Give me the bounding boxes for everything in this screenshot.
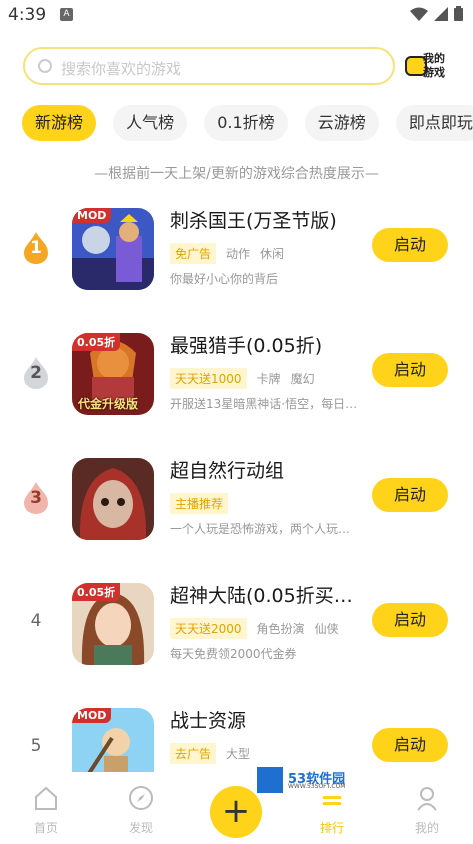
rank-number: 3 bbox=[30, 488, 42, 508]
watermark: 53软件园 WWW.53SOFT.COM bbox=[257, 767, 357, 793]
game-description: 一个人玩是恐怖游戏，两个人玩… bbox=[170, 522, 351, 536]
launch-button[interactable]: 启动 bbox=[372, 228, 448, 262]
bottom-nav: 首页 发现 + 排行 我的 bbox=[0, 772, 473, 844]
list-item[interactable]: 1 MOD 刺杀国王(万圣节版) 免广告 动作 休闲 你最好小心你的背后 启动 bbox=[0, 198, 473, 298]
compass-icon bbox=[129, 786, 153, 810]
list-item[interactable]: 5 MOD 战士资源 去广告 大型 启动 bbox=[0, 698, 473, 772]
notification-icon: A bbox=[60, 8, 73, 21]
nav-discover[interactable]: 发现 bbox=[111, 784, 171, 836]
rank-number: 2 bbox=[30, 363, 42, 383]
nav-home-label: 首页 bbox=[33, 821, 58, 835]
category-tag: 大型 bbox=[226, 746, 251, 761]
nav-profile[interactable]: 我的 bbox=[397, 784, 457, 836]
game-description: 开服送13星暗黑神话·悟空，每日… bbox=[170, 397, 358, 411]
promo-tag: 去广告 bbox=[170, 742, 217, 764]
promo-tag: 天天送1000 bbox=[170, 367, 247, 389]
category-tag: 仙侠 bbox=[314, 621, 339, 636]
discount-badge: 0.05折 bbox=[72, 333, 121, 351]
category-tag: 休闲 bbox=[260, 246, 285, 261]
mod-badge: MOD bbox=[72, 208, 112, 223]
tab-cloud[interactable]: 云游榜 bbox=[304, 105, 379, 141]
ranking-subtitle: —根据前一天上架/更新的游戏综合热度展示— bbox=[94, 166, 379, 182]
game-icon[interactable]: MOD bbox=[72, 708, 154, 772]
nav-profile-label: 我的 bbox=[414, 821, 439, 835]
discount-badge: 0.05折 bbox=[72, 583, 121, 601]
list-item[interactable]: 4 0.05折 超神大陆(0.05折买… 天天送2000 角色扮演 仙侠 每天免… bbox=[0, 573, 473, 673]
tab-new-games[interactable]: 新游榜 bbox=[22, 105, 97, 141]
ranking-tabs: 新游榜 人气榜 0.1折榜 云游榜 即点即玩 bbox=[22, 105, 473, 142]
list-item[interactable]: 3 超自然行动组 主播推荐 一个人玩是恐怖游戏，两个人玩… 启动 bbox=[0, 448, 473, 548]
list-item[interactable]: 2 0.05折 代金升级版 最强猎手(0.05折) 天天送1000 卡牌 魔幻 … bbox=[0, 323, 473, 423]
clock: 4:39 bbox=[8, 5, 47, 25]
status-icons bbox=[410, 6, 463, 21]
game-tags: 免广告 动作 休闲 bbox=[170, 242, 284, 264]
launch-button[interactable]: 启动 bbox=[372, 603, 448, 637]
category-tag: 角色扮演 bbox=[256, 621, 305, 636]
promo-tag: 主播推荐 bbox=[170, 492, 229, 514]
mod-badge: MOD bbox=[72, 708, 112, 723]
game-icon[interactable]: MOD bbox=[72, 208, 154, 290]
plus-button[interactable]: + bbox=[210, 786, 262, 838]
promo-tag: 免广告 bbox=[170, 242, 217, 264]
watermark-url: WWW.53SOFT.COM bbox=[288, 783, 346, 790]
game-title: 最强猎手(0.05折) bbox=[170, 335, 323, 357]
watermark-logo-icon bbox=[257, 767, 283, 793]
nav-home[interactable]: 首页 bbox=[16, 784, 76, 836]
tab-popular[interactable]: 人气榜 bbox=[113, 105, 188, 141]
rank-number: 4 bbox=[30, 611, 42, 631]
category-tag: 魔幻 bbox=[290, 371, 315, 386]
launch-button[interactable]: 启动 bbox=[372, 478, 448, 512]
game-title: 刺杀国王(万圣节版) bbox=[170, 210, 337, 232]
game-tags: 天天送2000 角色扮演 仙侠 bbox=[170, 617, 339, 639]
my-games-line2: 游戏 bbox=[423, 66, 445, 79]
game-description: 你最好小心你的背后 bbox=[170, 272, 279, 286]
game-title: 战士资源 bbox=[170, 710, 247, 732]
plus-icon: + bbox=[221, 791, 251, 831]
category-tag: 动作 bbox=[226, 246, 251, 261]
search-icon bbox=[38, 59, 52, 73]
signal-icon bbox=[434, 6, 448, 21]
game-description: 每天免费领2000代金券 bbox=[170, 647, 297, 661]
tab-discount[interactable]: 0.1折榜 bbox=[204, 105, 288, 141]
search-placeholder: 搜索你喜欢的游戏 bbox=[61, 60, 182, 78]
wifi-icon bbox=[410, 7, 428, 21]
icon-overlay-text: 代金升级版 bbox=[78, 397, 139, 411]
category-tag: 卡牌 bbox=[256, 371, 281, 386]
battery-icon bbox=[454, 6, 463, 21]
rank-number: 1 bbox=[30, 238, 42, 258]
user-icon bbox=[417, 787, 437, 811]
nav-discover-label: 发现 bbox=[128, 821, 153, 835]
game-title: 超自然行动组 bbox=[170, 460, 285, 482]
my-games-button[interactable]: 我的 游戏 bbox=[405, 50, 455, 84]
rank-badge-gold: 1 bbox=[22, 232, 50, 264]
launch-button[interactable]: 启动 bbox=[372, 353, 448, 387]
game-title: 超神大陆(0.05折买… bbox=[170, 585, 353, 607]
launch-button[interactable]: 启动 bbox=[372, 728, 448, 762]
game-icon[interactable] bbox=[72, 458, 154, 540]
game-tags: 主播推荐 bbox=[170, 492, 229, 514]
nav-ranking-label: 排行 bbox=[319, 821, 344, 835]
game-icon[interactable]: 0.05折 代金升级版 bbox=[72, 333, 154, 415]
game-tags: 去广告 大型 bbox=[170, 742, 250, 764]
promo-tag: 天天送2000 bbox=[170, 617, 247, 639]
game-tags: 天天送1000 卡牌 魔幻 bbox=[170, 367, 315, 389]
rank-badge-silver: 2 bbox=[22, 357, 50, 389]
my-games-line1: 我的 bbox=[423, 52, 445, 65]
home-icon bbox=[35, 786, 57, 810]
tab-instant-play[interactable]: 即点即玩 bbox=[395, 105, 473, 141]
status-bar: 4:39 A bbox=[0, 0, 473, 30]
game-icon[interactable]: 0.05折 bbox=[72, 583, 154, 665]
rank-number: 5 bbox=[30, 736, 42, 756]
search-bar[interactable]: 搜索你喜欢的游戏 bbox=[23, 47, 395, 85]
rank-badge-bronze: 3 bbox=[22, 482, 50, 514]
